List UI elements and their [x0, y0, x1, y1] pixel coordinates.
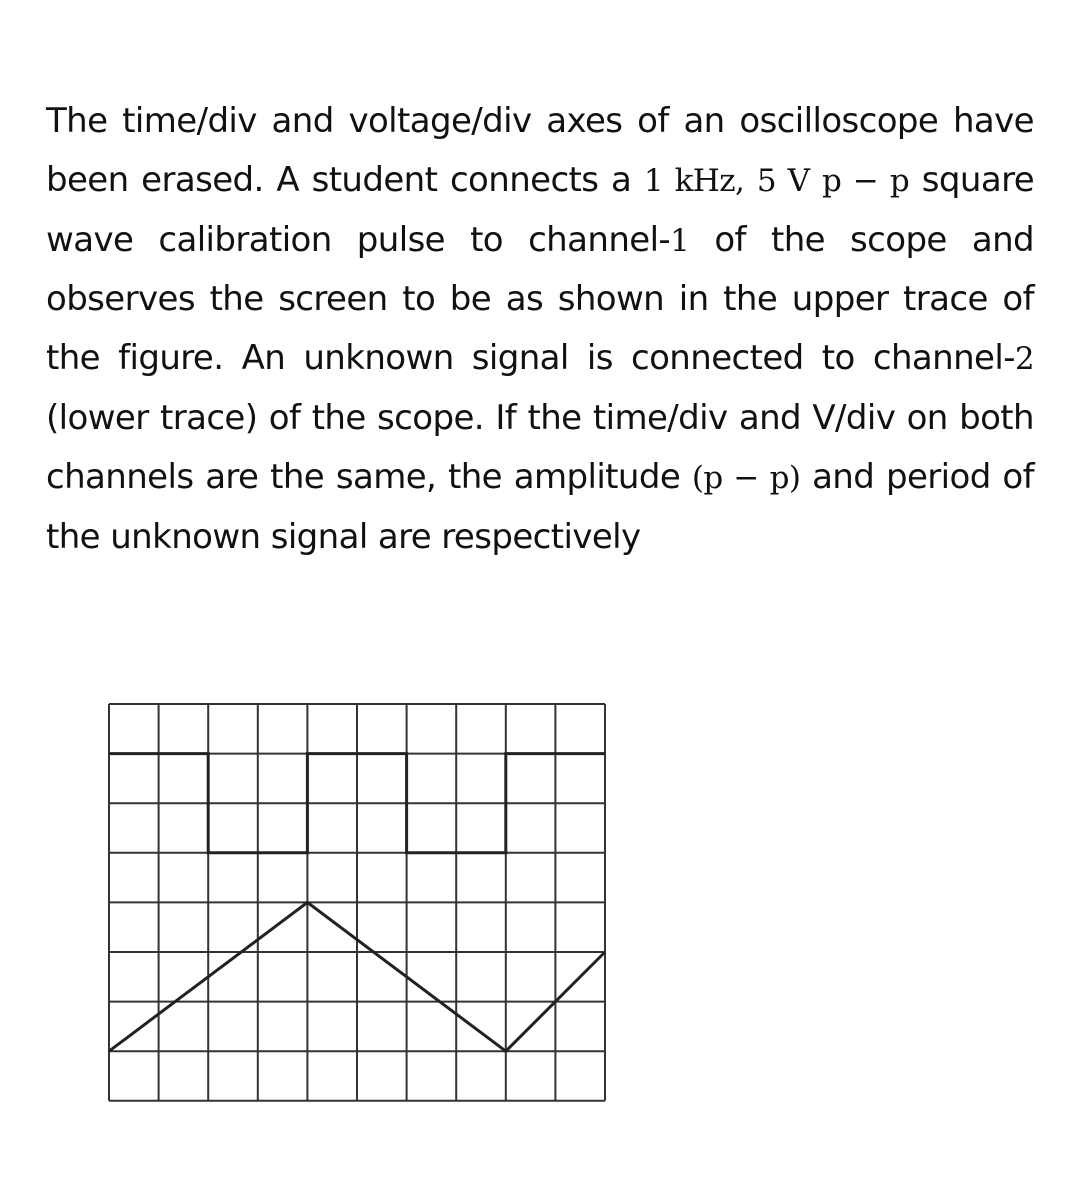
oscilloscope-figure [108, 703, 607, 1102]
oscilloscope-grid [108, 703, 606, 1102]
